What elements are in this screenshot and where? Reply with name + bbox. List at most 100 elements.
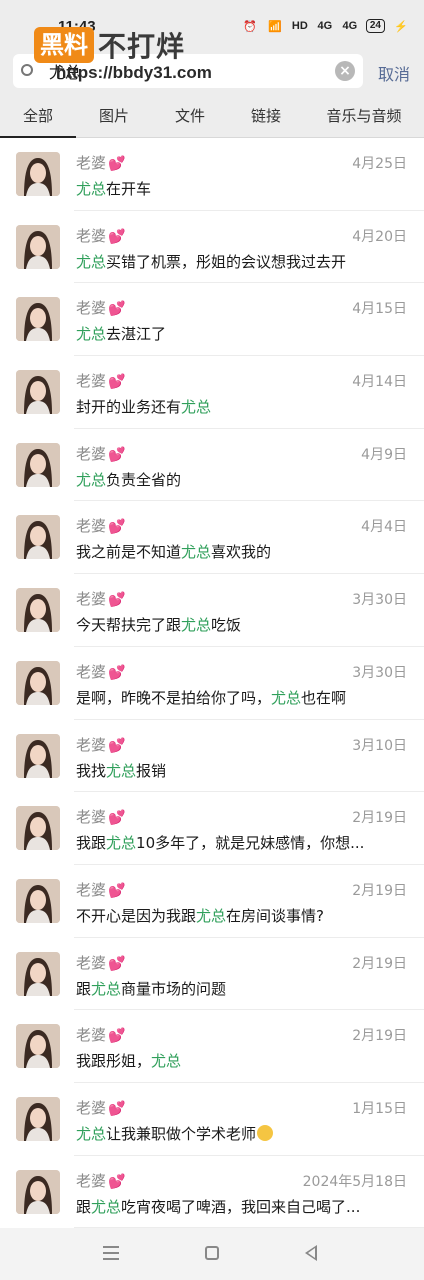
heart-icon: 💕 <box>108 446 126 463</box>
tab-files[interactable]: 文件 <box>152 94 228 138</box>
avatar <box>16 588 60 633</box>
message-keyword: 尤总 <box>76 180 107 198</box>
heart-icon: 💕 <box>108 1100 126 1117</box>
message-prefix: 今天帮扶完了跟 <box>76 616 182 635</box>
sender-label: 老婆 <box>76 1098 107 1117</box>
list-item[interactable]: 老婆 💕 3月10日 我找尤总报销 <box>0 720 424 793</box>
back-icon[interactable] <box>305 1245 317 1261</box>
message-suffix: 报销 <box>136 761 167 780</box>
alarm-icon: ⏰ <box>243 20 257 33</box>
list-item[interactable]: 老婆 💕 2月19日 跟尤总商量市场的问题 <box>0 938 424 1011</box>
smile-emoji-icon <box>257 1124 274 1141</box>
sender-name: 老婆 💕 <box>76 152 125 173</box>
message-preview: 我之前是不知道尤总喜欢我的 <box>76 541 396 562</box>
list-item[interactable]: 老婆 💕 4月20日 尤总买错了机票，彤姐的会议想我过去开 <box>0 211 424 284</box>
message-keyword: 尤总 <box>271 688 302 707</box>
heart-icon: 💕 <box>108 1028 126 1045</box>
list-item[interactable]: 老婆 💕 2024年5月18日 跟尤总吃宵夜喝了啤酒，我回来自己喝了... <box>0 1156 424 1229</box>
sender-name: 老婆 💕 <box>76 443 125 464</box>
navigation-bar <box>0 1228 424 1280</box>
battery-indicator: 24 <box>365 19 385 33</box>
message-preview: 尤总去湛江了 <box>76 323 396 344</box>
message-preview: 尤总买错了机票，彤姐的会议想我过去开 <box>76 251 396 272</box>
list-item[interactable]: 老婆 💕 4月25日 尤总在开车 <box>0 138 424 211</box>
charging-icon: ⚡ <box>394 20 408 33</box>
sender-label: 老婆 <box>76 154 107 172</box>
list-item[interactable]: 老婆 💕 4月9日 尤总负责全省的 <box>0 429 424 502</box>
avatar <box>16 370 60 415</box>
heart-icon: 💕 <box>108 1173 126 1190</box>
list-item[interactable]: 老婆 💕 3月30日 是啊，昨晚不是拍给你了吗，尤总也在啊 <box>0 647 424 720</box>
message-suffix: 在房间谈事情? <box>226 906 324 925</box>
avatar <box>16 1096 60 1141</box>
list-item[interactable]: 老婆 💕 1月15日 尤总让我兼职做个学术老师 <box>0 1083 424 1156</box>
message-preview: 尤总在开车 <box>76 178 396 199</box>
list-item[interactable]: 老婆 💕 2月19日 不开心是因为我跟尤总在房间谈事情? <box>0 865 424 938</box>
heart-icon: 💕 <box>108 374 126 391</box>
tab-music-audio[interactable]: 音乐与音频 <box>304 94 424 138</box>
message-keyword: 尤总 <box>196 906 227 925</box>
list-item[interactable]: 老婆 💕 2月19日 我跟彤姐，尤总 <box>0 1010 424 1083</box>
message-suffix: 在开车 <box>106 180 152 198</box>
list-item[interactable]: 老婆 💕 4月15日 尤总去湛江了 <box>0 283 424 356</box>
heart-icon: 💕 <box>108 228 126 245</box>
sender-name: 老婆 💕 <box>76 1024 125 1045</box>
tab-all[interactable]: 全部 <box>0 94 76 138</box>
heart-icon: 💕 <box>108 955 126 972</box>
message-keyword: 尤总 <box>181 398 212 417</box>
avatar <box>16 297 60 342</box>
avatar <box>16 442 60 487</box>
sender-label: 老婆 <box>76 808 107 827</box>
watermark: 黑料 不打烊 <box>34 26 185 64</box>
message-preview: 我跟彤姐，尤总 <box>76 1050 396 1071</box>
heart-icon: 💕 <box>108 592 126 609</box>
message-keyword: 尤总 <box>151 1052 182 1071</box>
signal-1: 4G <box>317 20 333 32</box>
tab-images[interactable]: 图片 <box>76 94 152 138</box>
message-prefix: 不开心是因为我跟 <box>76 906 197 925</box>
sender-label: 老婆 <box>76 953 107 972</box>
message-suffix: 喜欢我的 <box>211 543 272 562</box>
heart-icon: 💕 <box>108 519 126 536</box>
signal-2: 4G <box>342 20 358 32</box>
sender-name: 老婆 💕 <box>76 370 125 391</box>
list-item[interactable]: 老婆 💕 4月14日 封开的业务还有尤总 <box>0 356 424 429</box>
sender-label: 老婆 <box>76 444 107 463</box>
sender-label: 老婆 <box>76 226 107 245</box>
message-suffix: 吃饭 <box>211 616 242 635</box>
sender-name: 老婆 💕 <box>76 588 125 609</box>
avatar <box>16 878 60 923</box>
message-prefix: 跟 <box>76 979 92 998</box>
message-suffix: 买错了机票，彤姐的会议想我过去开 <box>106 252 347 271</box>
message-date: 3月10日 <box>352 737 407 754</box>
clear-search-button[interactable]: × <box>335 61 355 81</box>
menu-icon[interactable] <box>103 1246 119 1260</box>
message-keyword: 尤总 <box>91 979 122 998</box>
message-keyword: 尤总 <box>91 1197 122 1216</box>
avatar <box>16 1024 60 1069</box>
message-preview: 尤总负责全省的 <box>76 469 396 490</box>
list-item[interactable]: 老婆 💕 3月30日 今天帮扶完了跟尤总吃饭 <box>0 574 424 647</box>
heart-icon: 💕 <box>108 156 126 172</box>
sender-label: 老婆 <box>76 662 107 681</box>
message-keyword: 尤总 <box>76 252 107 271</box>
wifi-icon: 📶 <box>268 20 282 33</box>
list-item[interactable]: 老婆 💕 2月19日 我跟尤总10多年了，就是兄妹感情，你想... <box>0 792 424 865</box>
sender-name: 老婆 💕 <box>76 297 125 318</box>
message-preview: 是啊，昨晚不是拍给你了吗，尤总也在啊 <box>76 687 396 708</box>
sender-name: 老婆 💕 <box>76 879 125 900</box>
message-preview: 跟尤总吃宵夜喝了啤酒，我回来自己喝了... <box>76 1196 396 1217</box>
message-suffix: 10多年了，就是兄妹感情，你想... <box>136 834 365 853</box>
message-preview: 我跟尤总10多年了，就是兄妹感情，你想... <box>76 832 396 853</box>
home-icon[interactable] <box>205 1246 219 1260</box>
tab-links[interactable]: 链接 <box>228 94 304 138</box>
avatar <box>16 1169 60 1214</box>
cancel-button[interactable]: 取消 <box>378 61 410 85</box>
sender-name: 老婆 💕 <box>76 1097 125 1118</box>
sender-label: 老婆 <box>76 735 107 754</box>
message-date: 4月14日 <box>352 374 407 391</box>
watermark-url: https://bbdy31.com <box>56 63 212 82</box>
list-item[interactable]: 老婆 💕 4月4日 我之前是不知道尤总喜欢我的 <box>0 501 424 574</box>
message-keyword: 尤总 <box>181 616 212 635</box>
hd-label: HD <box>291 20 308 32</box>
